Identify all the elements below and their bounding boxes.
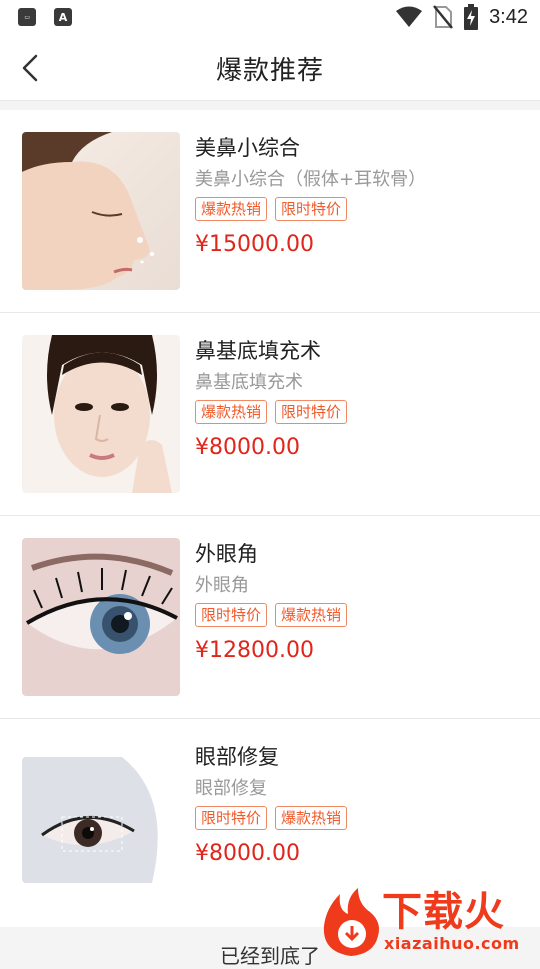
app-notification-icon: ▭ bbox=[18, 8, 36, 26]
item-subtitle: 眼部修复 bbox=[195, 778, 267, 799]
product-list: 美鼻小综合 美鼻小综合（假体+耳软骨） 爆款热销 限时特价 ¥15000.00 … bbox=[0, 110, 540, 927]
a-app-icon: A bbox=[54, 8, 72, 26]
item-subtitle: 鼻基底填充术 bbox=[195, 372, 303, 393]
face-portrait-photo bbox=[22, 335, 180, 493]
tag-badge: 限时特价 bbox=[195, 806, 268, 830]
item-subtitle: 美鼻小综合（假体+耳软骨） bbox=[195, 169, 427, 190]
no-sim-icon bbox=[433, 5, 454, 29]
header-bar: 爆款推荐 bbox=[0, 36, 540, 101]
item-title: 美鼻小综合 bbox=[195, 136, 300, 160]
battery-charging-icon bbox=[464, 4, 479, 30]
list-item[interactable]: 外眼角 外眼角 限时特价 爆款热销 ¥12800.00 bbox=[0, 516, 540, 719]
tag-badge: 爆款热销 bbox=[275, 806, 348, 830]
watermark-text-en: xiazaihuo.com bbox=[384, 934, 520, 953]
item-price: ¥15000.00 bbox=[195, 232, 314, 257]
status-bar: ▭ A 3:42 bbox=[0, 0, 540, 36]
flame-logo-icon bbox=[323, 888, 379, 956]
item-title: 眼部修复 bbox=[195, 745, 279, 769]
tag-badge: 限时特价 bbox=[275, 400, 348, 424]
item-price: ¥8000.00 bbox=[195, 841, 300, 866]
list-item[interactable]: 美鼻小综合 美鼻小综合（假体+耳软骨） 爆款热销 限时特价 ¥15000.00 bbox=[0, 110, 540, 313]
wifi-icon bbox=[396, 6, 423, 27]
page-title: 爆款推荐 bbox=[215, 56, 324, 86]
item-title: 外眼角 bbox=[195, 542, 258, 566]
tag-badge: 爆款热销 bbox=[275, 603, 348, 627]
eye-repair-photo bbox=[22, 757, 180, 883]
status-time: 3:42 bbox=[489, 5, 528, 28]
watermark-text-cn: 下载火 bbox=[382, 889, 505, 935]
list-item[interactable]: 鼻基底填充术 鼻基底填充术 爆款热销 限时特价 ¥8000.00 bbox=[0, 313, 540, 516]
nose-profile-photo bbox=[22, 132, 180, 290]
item-price: ¥12800.00 bbox=[195, 638, 314, 663]
item-title: 鼻基底填充术 bbox=[195, 339, 321, 363]
watermark-logo: 下载火 xiazaihuo.com bbox=[318, 886, 538, 960]
tag-badge: 爆款热销 bbox=[195, 197, 268, 221]
item-price: ¥8000.00 bbox=[195, 435, 300, 460]
item-subtitle: 外眼角 bbox=[195, 575, 249, 596]
tag-badge: 限时特价 bbox=[275, 197, 348, 221]
eye-closeup-photo bbox=[22, 538, 180, 696]
tag-badge: 爆款热销 bbox=[195, 400, 268, 424]
tag-badge: 限时特价 bbox=[195, 603, 268, 627]
